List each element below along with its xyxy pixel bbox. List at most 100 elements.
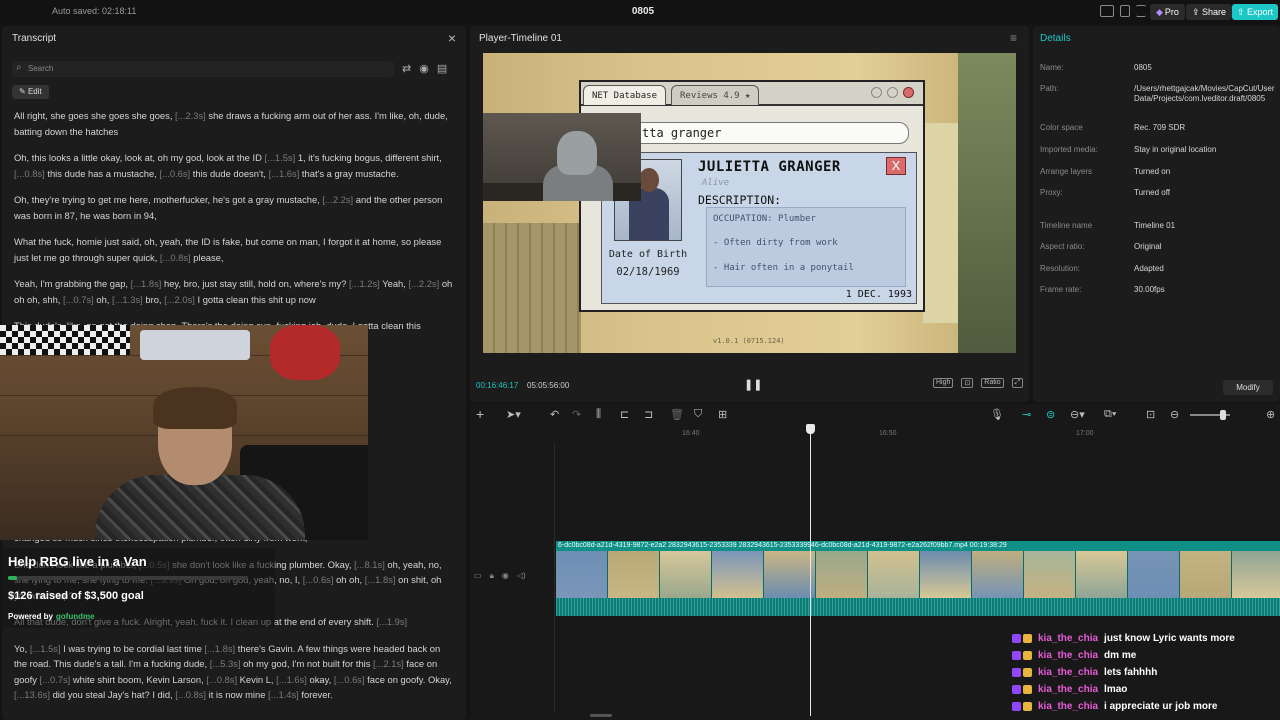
pause-marker: [...1.6s] [276,673,307,685]
team-logo [270,325,340,380]
details-label: Name: [1040,63,1064,72]
pause-marker: [...0.6s] [159,167,191,179]
chat-text: dm me [1104,649,1137,661]
redo-icon[interactable]: ↷ [572,408,581,421]
details-value: Adapted [1134,264,1164,273]
chat-message: kia_the_chia lets fahhhh [1012,664,1157,680]
menu-icon[interactable]: ≡ [1010,31,1017,45]
transcript-text: bro, [142,293,165,305]
pause-marker: [...1.4s] [268,689,299,700]
pause-marker: [...13.6s] [14,689,50,700]
transcript-paragraph[interactable]: All right, she goes she goes she goes, [… [14,108,454,139]
clip-thumbnail [556,551,608,598]
details-value: 0805 [1134,63,1152,72]
details-value: Timeline 01 [1134,221,1176,230]
transcript-text: What the fuck, homie just said, oh, yeah… [14,236,442,263]
pause-icon[interactable]: ❚❚ [744,378,762,391]
details-value: Original [1134,242,1162,251]
description-line: - Often dirty from work [713,238,838,248]
transcript-paragraph[interactable]: What the fuck, homie just said, oh, yeah… [14,234,454,265]
chat-username: kia_the_chia [1038,632,1099,644]
clip-thumbnail [712,551,764,598]
share-button[interactable]: ⇪ Share [1186,4,1233,20]
chat-username: kia_the_chia [1038,649,1099,661]
eye-icon[interactable]: ◉ [419,62,429,75]
description-line: OCCUPATION: Plumber [713,214,816,224]
transcript-text: Oh, this looks a little okay, look at, o… [14,152,265,163]
freeze-icon[interactable]: ⊞ [718,408,727,421]
add-icon[interactable]: + [476,406,484,422]
zoom-in-icon[interactable]: ⊕ [1266,408,1275,421]
subscriber-badge-icon [1012,633,1021,643]
transcript-text: I was trying to be cordial last time [60,642,205,654]
delete-icon[interactable]: 🗑 [670,408,684,421]
ruler-tick: 17:00 [1076,430,1094,437]
quality-button[interactable]: High [933,378,954,388]
game-cabinet [923,123,958,323]
horizontal-scrollbar[interactable] [590,714,612,717]
microphone-icon[interactable]: 🎙 [990,408,1004,421]
transcript-paragraph[interactable]: Oh, this looks a little okay, look at, o… [14,150,454,181]
select-icon[interactable]: ➤▾ [506,408,521,421]
player-controls: High ⊡ Ratio ⤢ [933,378,1024,388]
audio-waveform[interactable] [556,598,1280,616]
facecam-overlay [483,113,641,201]
trim-left-icon[interactable]: ⊏ [620,408,629,421]
split-view-icon[interactable]: ⧉▾ [1104,408,1116,421]
lock-icon[interactable]: 🔒︎ [490,571,494,581]
fullscreen-icon[interactable]: ⤢ [1011,378,1024,388]
link-icon[interactable]: ⊸ [1022,408,1031,421]
undo-icon[interactable]: ↶ [550,408,559,421]
shortcuts-icon[interactable] [1120,5,1130,17]
clip-thumbnail [1024,551,1076,598]
trim-right-icon[interactable]: ⊐ [644,408,653,421]
export-button[interactable]: ⇧ Export [1232,4,1279,20]
transcript-text: Yeah, [379,278,409,289]
clip-thumbnail [816,551,868,598]
transcript-paragraph[interactable]: Yo, [...1.5s] I was trying to be cordial… [14,641,454,703]
transcript-paragraph[interactable]: Yeah, I'm grabbing the gap, [...1.8s] he… [14,276,454,307]
details-title: Details [1040,33,1071,44]
clip-thumbnails[interactable] [556,551,1280,598]
fit-icon[interactable]: ⊡ [961,378,974,388]
layout-icon[interactable] [1100,5,1114,17]
clip-label[interactable]: 6-dc0bc08d-a21d-4319-9872-e2a2 283294361… [556,541,1280,551]
transcript-search-input[interactable]: ⌕ Search [12,61,394,77]
game-shelf [483,223,581,353]
transcript-paragraph[interactable]: Oh, they're trying to get me here, mothe… [14,192,454,223]
clip-thumbnail [660,551,712,598]
search-icon: ⌕ [16,62,22,73]
zoom-slider-handle[interactable] [1220,410,1226,420]
caption-icon[interactable]: ⊡ [1146,408,1155,421]
split-icon[interactable]: ⫼ [596,408,601,421]
menu-icon[interactable] [1136,5,1146,17]
zoom-out-icon[interactable]: ⊖ [1170,408,1179,421]
edit-button[interactable]: ✎ Edit [12,85,49,99]
cover-icon[interactable]: ▭ [474,571,482,581]
playhead-handle[interactable] [806,424,815,434]
pro-button[interactable]: ◆ Pro [1150,4,1185,20]
export-icon: ⇧ [1237,7,1248,17]
replace-icon[interactable]: ⇄ [402,62,411,75]
clip-thumbnail [1076,551,1128,598]
preview-axis-icon[interactable]: ⊖▾ [1070,408,1085,421]
modify-button[interactable]: Modify [1223,380,1273,395]
transcript-text: All right, she goes she goes she goes, [14,110,176,121]
subscriber-badge-icon [1012,650,1021,660]
close-icon[interactable]: × [448,30,456,46]
transcript-text: face on goofy. Okay, [364,673,452,685]
chat-message: kia_the_chia just know Lyric wants more [1012,630,1235,646]
dob-label: Date of Birth [608,249,688,260]
speaker-icon[interactable]: ◁) [517,571,526,581]
playhead[interactable] [810,426,811,716]
ratio-button[interactable]: Ratio [981,378,1004,388]
marker-icon[interactable]: ⛉ [694,408,702,421]
filter-icon[interactable]: ▤ [437,62,447,75]
video-preview[interactable]: NET Database Reviews 4.9 ★ tta granger J… [483,53,1016,353]
webcam-overlay [0,325,368,540]
person-hair [153,387,237,429]
eye-icon[interactable]: ◉ [502,571,509,581]
magnet-icon[interactable]: ⊜ [1046,408,1055,421]
transcript-text: this dude doesn't, [190,167,269,179]
transcript-text: okay, [306,673,334,685]
